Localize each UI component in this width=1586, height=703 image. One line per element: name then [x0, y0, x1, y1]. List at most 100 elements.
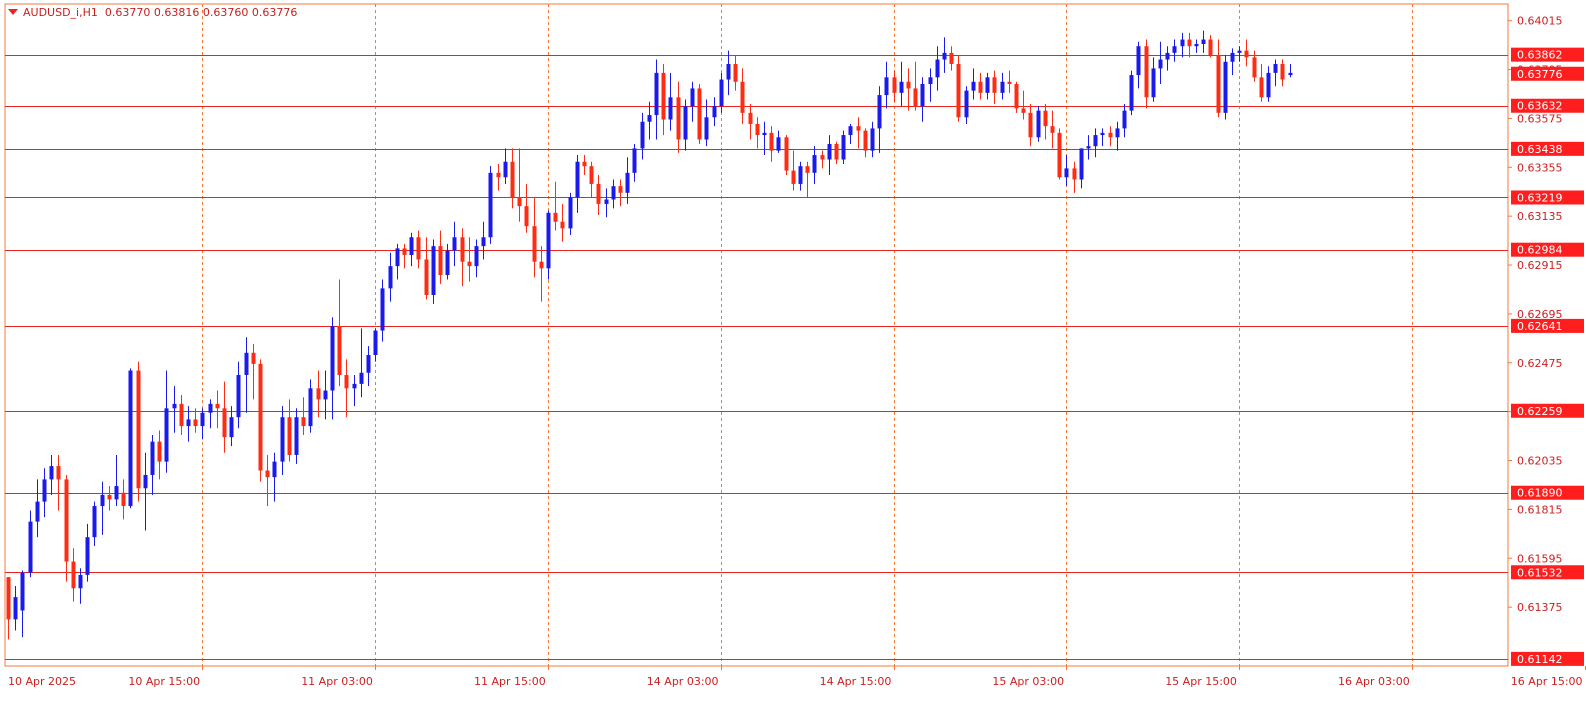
candle-body[interactable]	[388, 266, 393, 289]
candle-body[interactable]	[1237, 50, 1242, 53]
candle-body[interactable]	[1036, 110, 1041, 138]
candle-body[interactable]	[402, 248, 407, 256]
candle-body[interactable]	[35, 501, 40, 522]
candle-body[interactable]	[899, 81, 904, 93]
candle-body[interactable]	[942, 52, 947, 60]
candle-body[interactable]	[877, 95, 882, 129]
candle-body[interactable]	[330, 326, 335, 391]
candle-body[interactable]	[1129, 75, 1134, 111]
candle-body[interactable]	[884, 77, 889, 96]
candle-body[interactable]	[1028, 112, 1033, 138]
candle-body[interactable]	[805, 166, 810, 173]
candle-body[interactable]	[784, 137, 789, 171]
candle-body[interactable]	[280, 417, 285, 462]
candle-body[interactable]	[121, 492, 126, 507]
candle-body[interactable]	[755, 123, 760, 136]
candle-body[interactable]	[49, 466, 54, 480]
candle-body[interactable]	[827, 143, 832, 160]
candle-body[interactable]	[1007, 81, 1012, 84]
candle-body[interactable]	[992, 77, 997, 93]
candle-body[interactable]	[913, 88, 918, 107]
candle-body[interactable]	[1151, 68, 1156, 98]
candle-body[interactable]	[1172, 46, 1177, 53]
candle-body[interactable]	[114, 486, 119, 500]
candle-body[interactable]	[380, 288, 385, 331]
candle-body[interactable]	[812, 155, 817, 173]
candle-body[interactable]	[906, 81, 911, 89]
candle-body[interactable]	[589, 166, 594, 184]
candle-body[interactable]	[1244, 50, 1249, 58]
candle-body[interactable]	[200, 412, 205, 427]
candle-body[interactable]	[488, 172, 493, 238]
candle-body[interactable]	[748, 112, 753, 124]
candle-body[interactable]	[150, 441, 155, 475]
candle-body[interactable]	[964, 90, 969, 118]
candle-body[interactable]	[848, 126, 853, 136]
candle-body[interactable]	[668, 97, 673, 120]
candle-body[interactable]	[287, 417, 292, 455]
candle-body[interactable]	[892, 77, 897, 93]
candle-body[interactable]	[1259, 77, 1264, 98]
candle-body[interactable]	[1201, 39, 1206, 44]
candle-body[interactable]	[697, 88, 702, 140]
candle-body[interactable]	[949, 52, 954, 64]
candle-body[interactable]	[935, 59, 940, 78]
candle-body[interactable]	[596, 183, 601, 204]
candle-body[interactable]	[978, 81, 983, 93]
candle-body[interactable]	[222, 408, 227, 438]
candle-body[interactable]	[172, 403, 177, 409]
candle-body[interactable]	[143, 474, 148, 489]
candle-body[interactable]	[157, 441, 162, 462]
candle-body[interactable]	[186, 419, 191, 427]
candle-body[interactable]	[344, 374, 349, 389]
candle-body[interactable]	[56, 466, 61, 480]
candle-body[interactable]	[409, 237, 414, 256]
candle-body[interactable]	[503, 161, 508, 178]
candle-body[interactable]	[956, 63, 961, 118]
candle-body[interactable]	[1021, 108, 1026, 113]
candle-body[interactable]	[618, 186, 623, 193]
candle-body[interactable]	[632, 148, 637, 173]
candle-body[interactable]	[424, 259, 429, 296]
candle-body[interactable]	[265, 470, 270, 478]
candle-body[interactable]	[164, 408, 169, 462]
candle-body[interactable]	[445, 250, 450, 276]
candle-body[interactable]	[1180, 39, 1185, 47]
candle-body[interactable]	[920, 83, 925, 107]
candle-body[interactable]	[107, 494, 112, 500]
candle-body[interactable]	[179, 403, 184, 427]
candle-body[interactable]	[20, 572, 25, 611]
candle-body[interactable]	[136, 370, 141, 489]
candle-body[interactable]	[272, 461, 277, 478]
candle-body[interactable]	[568, 197, 573, 229]
candle-body[interactable]	[128, 370, 133, 507]
candle-body[interactable]	[1079, 148, 1084, 180]
candle-body[interactable]	[640, 121, 645, 149]
candle-body[interactable]	[467, 261, 472, 267]
candle-body[interactable]	[704, 117, 709, 140]
candle-body[interactable]	[1000, 81, 1005, 93]
candle-body[interactable]	[1093, 135, 1098, 147]
candle-body[interactable]	[64, 479, 69, 562]
candle-body[interactable]	[294, 417, 299, 455]
candle-body[interactable]	[28, 521, 33, 573]
candle-body[interactable]	[460, 237, 465, 262]
candle-body[interactable]	[236, 374, 241, 418]
candle-body[interactable]	[740, 81, 745, 113]
candle-body[interactable]	[251, 352, 256, 364]
candle-body[interactable]	[733, 63, 738, 82]
candle-body[interactable]	[971, 81, 976, 91]
candle-body[interactable]	[1216, 55, 1221, 113]
candle-body[interactable]	[1144, 46, 1149, 98]
candle-body[interactable]	[661, 72, 666, 120]
candle-body[interactable]	[373, 330, 378, 355]
candle-body[interactable]	[856, 126, 861, 131]
candle-body[interactable]	[208, 403, 213, 413]
candle-body[interactable]	[676, 97, 681, 140]
candle-body[interactable]	[1208, 39, 1213, 56]
candle-body[interactable]	[524, 206, 529, 227]
candle-body[interactable]	[301, 417, 306, 427]
candle-body[interactable]	[78, 574, 83, 589]
candle-body[interactable]	[776, 137, 781, 151]
candle-body[interactable]	[244, 352, 249, 375]
